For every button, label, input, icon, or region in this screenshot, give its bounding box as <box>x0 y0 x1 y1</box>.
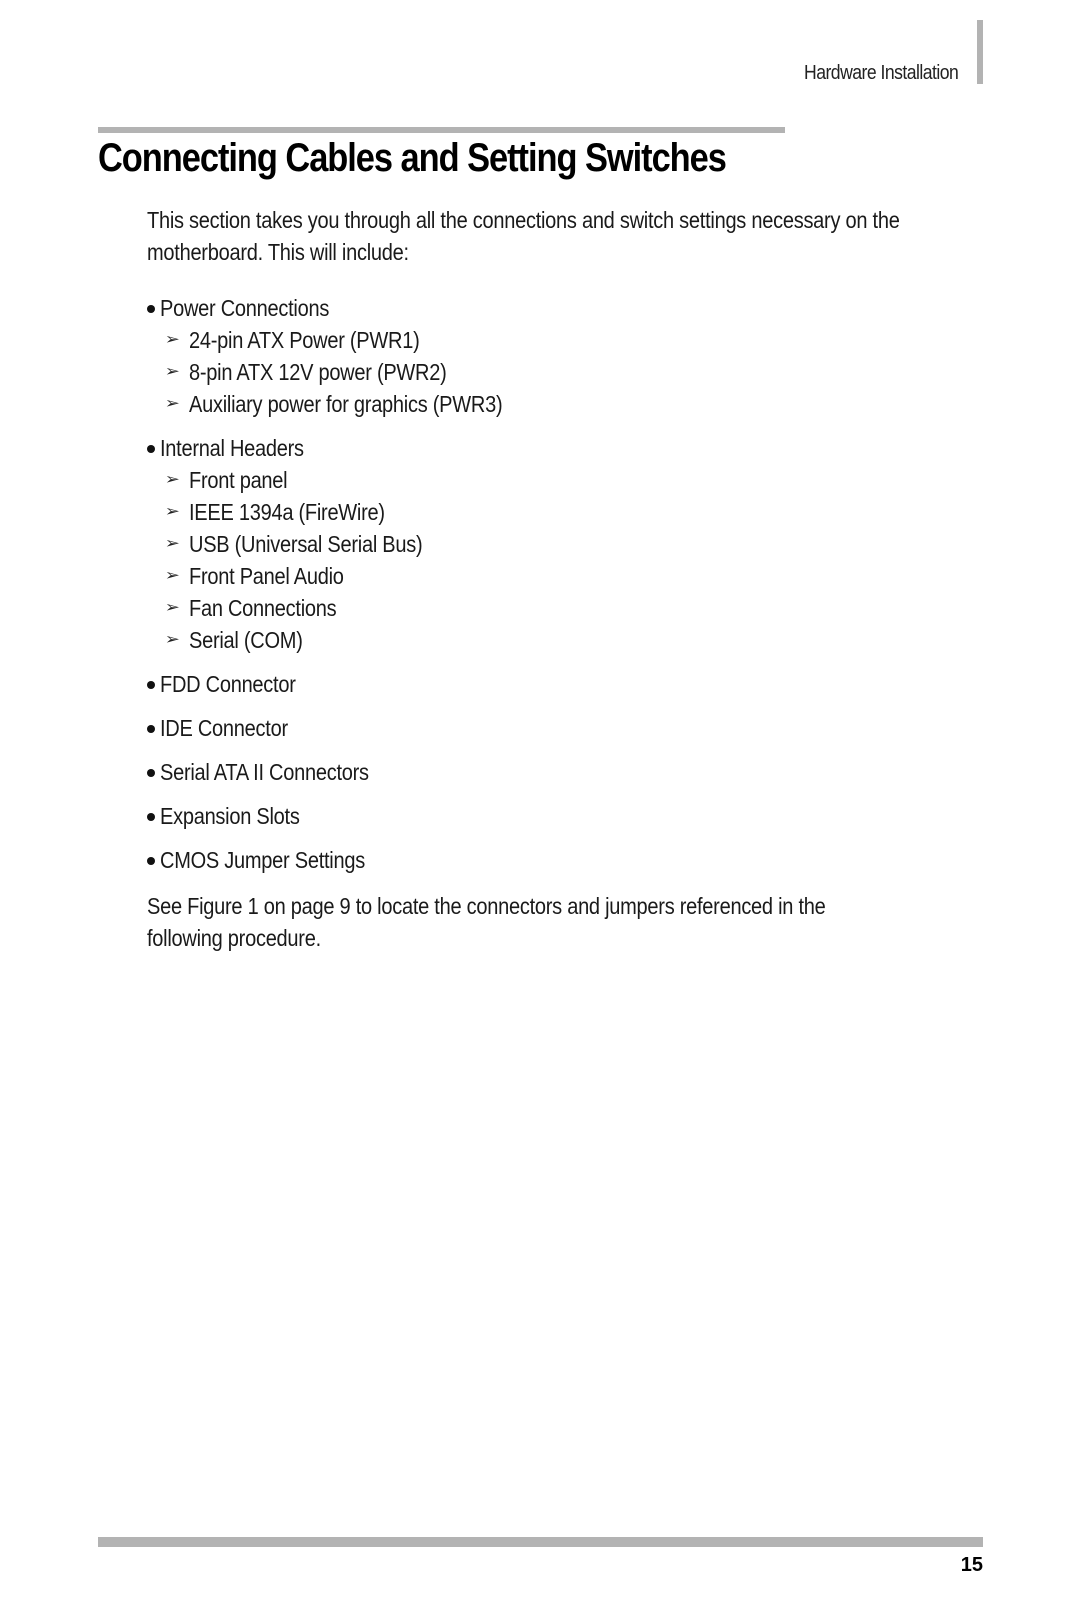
arrowhead-icon: ➢ <box>164 471 180 488</box>
title-rule <box>98 127 785 133</box>
sub-list-item: ➢ Front panel <box>147 464 987 496</box>
list-item-label: Serial ATA II Connectors <box>160 759 369 785</box>
sub-list-item: ➢ Fan Connections <box>147 592 987 624</box>
bullet-icon <box>147 305 155 313</box>
list-item-label: Internal Headers <box>160 435 304 461</box>
sub-list-item: ➢ 24-pin ATX Power (PWR1) <box>147 324 987 356</box>
header-accent-bar <box>977 20 983 84</box>
sub-list-item-label: Front Panel Audio <box>189 563 344 589</box>
sub-list-item: ➢ USB (Universal Serial Bus) <box>147 528 987 560</box>
arrowhead-icon: ➢ <box>164 331 180 348</box>
arrowhead-icon: ➢ <box>164 503 180 520</box>
connection-list: Power Connections ➢ 24-pin ATX Power (PWR1… <box>147 292 987 876</box>
arrowhead-icon: ➢ <box>164 599 180 616</box>
list-item: Power Connections <box>147 292 987 324</box>
closing-paragraph: See Figure 1 on page 9 to locate the con… <box>147 890 987 954</box>
bullet-icon <box>147 725 155 733</box>
bullet-icon <box>147 681 155 689</box>
arrowhead-icon: ➢ <box>164 395 180 412</box>
list-group: Power Connections ➢ 24-pin ATX Power (PWR1… <box>147 292 987 420</box>
sub-list-item-label: Auxiliary power for graphics (PWR3) <box>189 391 503 417</box>
arrowhead-icon: ➢ <box>164 535 180 552</box>
bullet-icon <box>147 857 155 865</box>
list-group: FDD Connector <box>147 668 987 700</box>
list-group: CMOS Jumper Settings <box>147 844 987 876</box>
sub-list-item: ➢ Front Panel Audio <box>147 560 987 592</box>
running-header: Hardware Installation <box>803 62 959 84</box>
list-item-label: CMOS Jumper Settings <box>160 847 365 873</box>
list-item: Serial ATA II Connectors <box>147 756 987 788</box>
list-item-label: FDD Connector <box>160 671 296 697</box>
list-item: FDD Connector <box>147 668 987 700</box>
bullet-icon <box>147 445 155 453</box>
arrowhead-icon: ➢ <box>164 363 180 380</box>
arrowhead-icon: ➢ <box>164 631 180 648</box>
intro-line: This section takes you through all the c… <box>147 207 900 233</box>
list-group: Internal Headers ➢ Front panel ➢ IEEE 1394a … <box>147 432 987 656</box>
footer-rule <box>98 1537 983 1547</box>
list-item-label: Expansion Slots <box>160 803 300 829</box>
bullet-icon <box>147 769 155 777</box>
sub-list-item: ➢ Auxiliary power for graphics (PWR3) <box>147 388 987 420</box>
intro-paragraph: This section takes you through all the c… <box>147 204 987 268</box>
list-group: Expansion Slots <box>147 800 987 832</box>
sub-list-item: ➢ IEEE 1394a (FireWire) <box>147 496 987 528</box>
sub-list-item: ➢ Serial (COM) <box>147 624 987 656</box>
list-item-label: Power Connections <box>160 295 330 321</box>
arrowhead-icon: ➢ <box>164 567 180 584</box>
list-item: Internal Headers <box>147 432 987 464</box>
sub-list-item-label: Front panel <box>189 467 288 493</box>
list-item-label: IDE Connector <box>160 715 288 741</box>
section-content: This section takes you through all the c… <box>147 204 987 954</box>
list-group: IDE Connector <box>147 712 987 744</box>
page-title: Connecting Cables and Setting Switches <box>98 136 727 180</box>
sub-list-item-label: USB (Universal Serial Bus) <box>189 531 423 557</box>
list-item: CMOS Jumper Settings <box>147 844 987 876</box>
sub-list-item-label: 8-pin ATX 12V power (PWR2) <box>189 359 447 385</box>
page-number: 15 <box>960 1554 983 1576</box>
sub-list-item: ➢ 8-pin ATX 12V power (PWR2) <box>147 356 987 388</box>
closing-line: See Figure 1 on page 9 to locate the con… <box>147 893 826 919</box>
sub-list-item-label: Fan Connections <box>189 595 337 621</box>
list-item: Expansion Slots <box>147 800 987 832</box>
sub-list-item-label: IEEE 1394a (FireWire) <box>189 499 385 525</box>
intro-line: motherboard. This will include: <box>147 239 409 265</box>
sub-list-item-label: 24-pin ATX Power (PWR1) <box>189 327 420 353</box>
list-item: IDE Connector <box>147 712 987 744</box>
closing-line: following procedure. <box>147 925 321 951</box>
bullet-icon <box>147 813 155 821</box>
list-group: Serial ATA II Connectors <box>147 756 987 788</box>
sub-list-item-label: Serial (COM) <box>189 627 303 653</box>
